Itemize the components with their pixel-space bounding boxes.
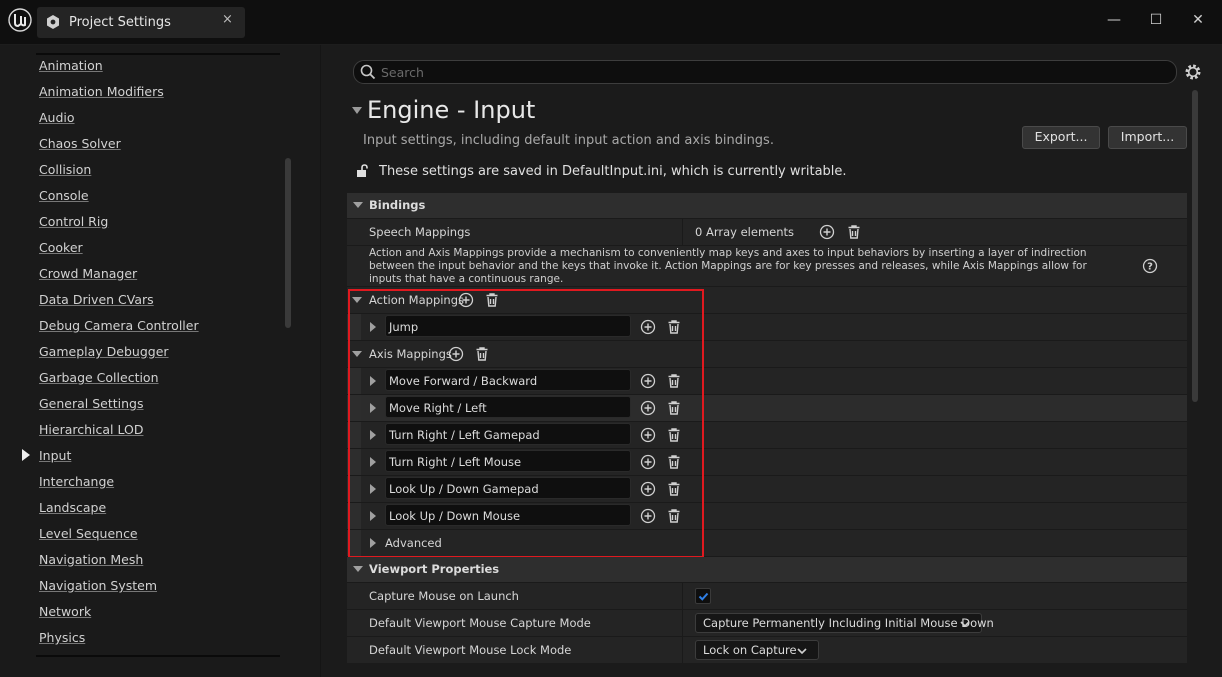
sidebar-item[interactable]: Navigation Mesh bbox=[39, 552, 143, 567]
collapse-caret-icon bbox=[353, 566, 363, 572]
bindings-category-label: Bindings bbox=[369, 198, 426, 212]
checkmark-icon bbox=[698, 592, 709, 601]
sidebar-divider bbox=[36, 53, 280, 55]
sidebar-item[interactable]: Level Sequence bbox=[39, 526, 138, 541]
export-button[interactable]: Export... bbox=[1022, 126, 1100, 149]
config-file-note: These settings are saved in DefaultInput… bbox=[379, 164, 847, 179]
speech-mappings-value: 0 Array elements bbox=[695, 225, 795, 239]
svg-text:?: ? bbox=[1147, 262, 1153, 273]
selected-arrow-icon bbox=[22, 449, 30, 461]
unreal-logo-icon bbox=[8, 8, 32, 32]
sidebar-item[interactable]: Input bbox=[39, 448, 71, 463]
capture-mouse-label: Capture Mouse on Launch bbox=[369, 589, 519, 603]
column-splitter[interactable] bbox=[682, 219, 683, 245]
column-splitter[interactable] bbox=[682, 583, 683, 663]
sidebar-item[interactable]: Collision bbox=[39, 162, 91, 177]
sidebar-item[interactable]: Landscape bbox=[39, 500, 106, 515]
sidebar-item[interactable]: Physics bbox=[39, 630, 85, 645]
page-collapse-caret-icon[interactable] bbox=[352, 107, 362, 114]
sidebar-item[interactable]: Crowd Manager bbox=[39, 266, 137, 281]
help-icon[interactable]: ? bbox=[1142, 258, 1158, 274]
add-element-icon[interactable] bbox=[819, 224, 835, 240]
details-scrollbar[interactable] bbox=[1192, 90, 1198, 402]
capture-mode-row: Default Viewport Mouse Capture Mode Capt… bbox=[347, 610, 1187, 637]
tab-title: Project Settings bbox=[69, 15, 171, 30]
maximize-button[interactable]: ☐ bbox=[1146, 10, 1166, 30]
chevron-down-icon bbox=[960, 621, 970, 628]
capture-mouse-checkbox[interactable] bbox=[695, 588, 711, 604]
viewport-category-header[interactable]: Viewport Properties bbox=[347, 557, 1187, 583]
capture-mouse-row: Capture Mouse on Launch bbox=[347, 583, 1187, 610]
lock-mode-dropdown[interactable]: Lock on Capture bbox=[695, 640, 819, 660]
gear-icon[interactable] bbox=[1183, 62, 1203, 82]
sidebar-item[interactable]: Navigation System bbox=[39, 578, 157, 593]
capture-mode-label: Default Viewport Mouse Capture Mode bbox=[369, 616, 591, 630]
sidebar-item[interactable]: Data Driven CVars bbox=[39, 292, 154, 307]
sidebar-item[interactable]: Chaos Solver bbox=[39, 136, 121, 151]
speech-mappings-label: Speech Mappings bbox=[369, 225, 471, 239]
minimize-button[interactable]: — bbox=[1104, 10, 1124, 30]
import-button[interactable]: Import... bbox=[1108, 126, 1187, 149]
sidebar-scrollbar[interactable] bbox=[285, 158, 291, 328]
bindings-category-header[interactable]: Bindings bbox=[347, 193, 1187, 219]
project-settings-tab[interactable]: Project Settings × bbox=[37, 7, 245, 38]
lock-mode-value: Lock on Capture bbox=[703, 643, 797, 657]
page-description: Input settings, including default input … bbox=[363, 133, 774, 148]
sidebar-item[interactable]: Interchange bbox=[39, 474, 114, 489]
sidebar-item[interactable]: Garbage Collection bbox=[39, 370, 159, 385]
sidebar-item[interactable]: Cooker bbox=[39, 240, 83, 255]
tab-close-button[interactable]: × bbox=[222, 12, 233, 27]
search-input[interactable] bbox=[381, 64, 1081, 80]
highlight-box bbox=[348, 289, 704, 558]
chevron-down-icon bbox=[797, 648, 807, 655]
page-title: Engine - Input bbox=[367, 96, 536, 124]
collapse-caret-icon bbox=[353, 202, 363, 208]
close-window-button[interactable]: ✕ bbox=[1188, 10, 1208, 30]
sidebar-divider bbox=[36, 655, 280, 657]
viewport-category-label: Viewport Properties bbox=[369, 562, 500, 576]
sidebar-item[interactable]: Control Rig bbox=[39, 214, 108, 229]
capture-mode-dropdown[interactable]: Capture Permanently Including Initial Mo… bbox=[695, 613, 994, 633]
mappings-info-text: Action and Axis Mappings provide a mecha… bbox=[369, 247, 1087, 285]
trash-icon[interactable] bbox=[846, 224, 862, 240]
speech-mappings-row: Speech Mappings 0 Array elements bbox=[347, 219, 1187, 246]
sidebar-item[interactable]: Animation Modifiers bbox=[39, 84, 164, 99]
lock-mode-label: Default Viewport Mouse Lock Mode bbox=[369, 643, 572, 657]
settings-cube-icon bbox=[47, 15, 59, 29]
search-icon bbox=[360, 64, 376, 80]
sidebar-item[interactable]: Animation bbox=[39, 58, 103, 73]
sidebar-item[interactable]: Network bbox=[39, 604, 91, 619]
search-box[interactable] bbox=[353, 60, 1177, 84]
sidebar-item[interactable]: Gameplay Debugger bbox=[39, 344, 169, 359]
unlocked-icon bbox=[357, 164, 368, 177]
lock-mode-row: Default Viewport Mouse Lock Mode Lock on… bbox=[347, 637, 1187, 664]
sidebar-item[interactable]: Console bbox=[39, 188, 89, 203]
sidebar-item[interactable]: Hierarchical LOD bbox=[39, 422, 143, 437]
capture-mode-value: Capture Permanently Including Initial Mo… bbox=[703, 616, 994, 630]
sidebar-item[interactable]: Audio bbox=[39, 110, 75, 125]
panel-bottom bbox=[321, 663, 1222, 677]
mappings-info-row: Action and Axis Mappings provide a mecha… bbox=[347, 246, 1187, 287]
sidebar-item[interactable]: Debug Camera Controller bbox=[39, 318, 199, 333]
sidebar-item[interactable]: General Settings bbox=[39, 396, 144, 411]
